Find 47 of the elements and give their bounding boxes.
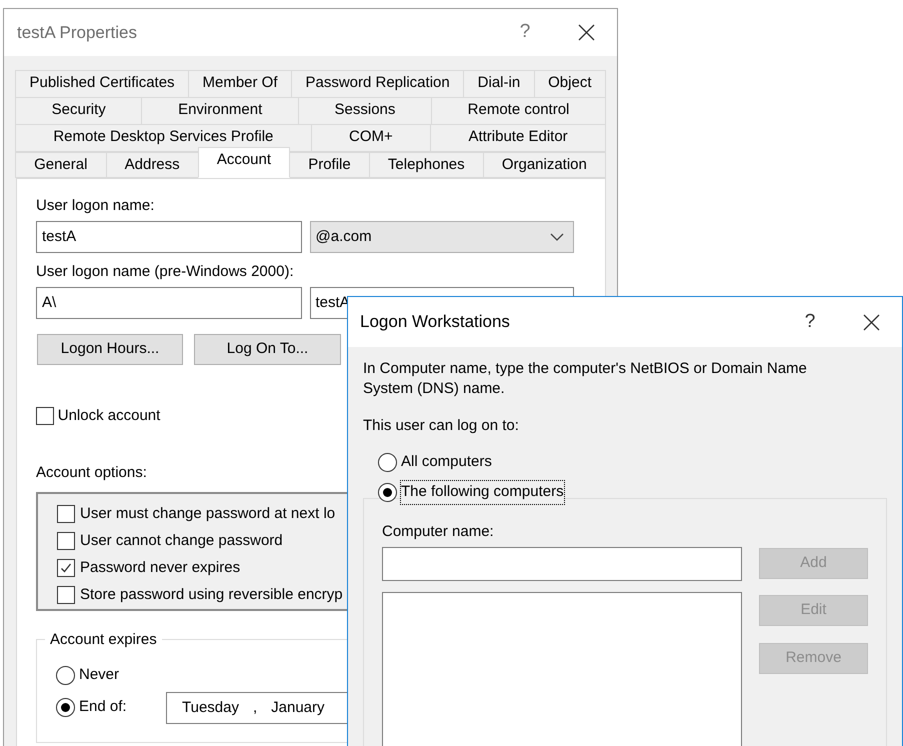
computer-name-field[interactable] bbox=[382, 546, 742, 581]
field-label: User logon name (pre-Windows 2000): bbox=[36, 262, 294, 282]
option-label: User cannot change password bbox=[80, 530, 283, 551]
help-button[interactable]: ? bbox=[510, 18, 540, 47]
tab[interactable]: Attribute Editor bbox=[430, 124, 606, 152]
close-icon[interactable] bbox=[863, 314, 880, 330]
radio-label: Never bbox=[79, 665, 120, 686]
logon-name-field[interactable]: testA bbox=[36, 221, 302, 254]
window-title: testA Properties bbox=[17, 22, 138, 44]
radio-button[interactable] bbox=[56, 666, 75, 685]
domain-prefix-field[interactable]: A\ bbox=[36, 287, 302, 319]
option-label: User must change password at next lo bbox=[80, 504, 336, 524]
chevron-icon bbox=[550, 232, 564, 242]
tab[interactable]: Organization bbox=[482, 152, 606, 178]
tab[interactable]: General bbox=[15, 152, 107, 178]
window-title: Logon Workstations bbox=[360, 311, 511, 334]
section-label: Account options: bbox=[36, 462, 147, 482]
option-label: Password never expires bbox=[80, 558, 240, 578]
checkbox[interactable] bbox=[57, 532, 75, 550]
prompt-text: This user can log on to: bbox=[363, 416, 519, 436]
check-icon bbox=[60, 562, 72, 574]
tab[interactable]: Remote Desktop Services Profile bbox=[15, 124, 312, 152]
field-label: User logon name: bbox=[36, 196, 154, 216]
close-icon[interactable] bbox=[578, 24, 595, 41]
checkbox[interactable] bbox=[57, 559, 75, 577]
checkbox-label: Unlock account bbox=[58, 406, 160, 426]
help-button[interactable]: ? bbox=[795, 308, 825, 336]
option-label: Store password using reversible encryp bbox=[80, 584, 343, 605]
domain-dropdown[interactable]: @a.com bbox=[310, 221, 574, 254]
radio-label: The following computers bbox=[401, 481, 564, 504]
radio-button[interactable] bbox=[378, 453, 397, 472]
radio-label: End of: bbox=[79, 697, 127, 718]
tab[interactable]: Telephones bbox=[368, 152, 484, 178]
logon-hours-button[interactable]: Logon Hours... bbox=[37, 334, 183, 365]
radio-button[interactable] bbox=[56, 698, 75, 717]
tab[interactable]: Profile bbox=[289, 152, 370, 178]
tab[interactable]: Object bbox=[534, 70, 606, 98]
field-label: Computer name: bbox=[382, 522, 494, 542]
tab[interactable]: Published Certificates bbox=[15, 70, 190, 98]
log-on-to-button[interactable]: Log On To... bbox=[194, 334, 341, 365]
tab[interactable]: Account bbox=[198, 147, 290, 178]
checkbox[interactable] bbox=[57, 505, 75, 523]
tab[interactable]: Address bbox=[106, 152, 199, 178]
instruction-text: In Computer name, type the computer's NetBIOS or Domain Name System (DNS) name. bbox=[363, 359, 808, 399]
checkbox[interactable] bbox=[36, 407, 54, 426]
radio-button[interactable] bbox=[378, 483, 397, 502]
checkbox[interactable] bbox=[57, 586, 75, 604]
